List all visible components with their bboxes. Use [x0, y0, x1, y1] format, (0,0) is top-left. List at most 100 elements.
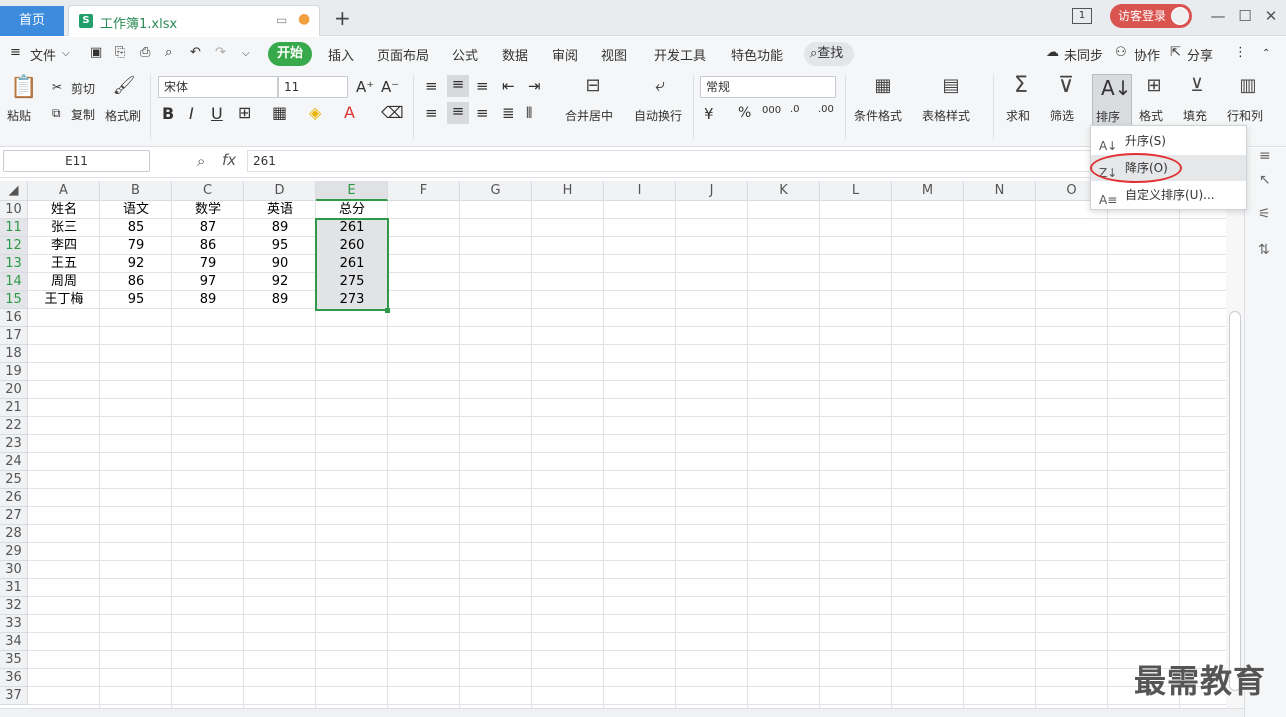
vertical-scrollbar[interactable] [1226, 181, 1244, 708]
sort-button[interactable]: A↓ 排序 [1092, 74, 1132, 126]
align-right-icon[interactable]: ≡ [476, 104, 489, 122]
column-header[interactable]: F [388, 181, 460, 201]
row-header[interactable]: 10 [0, 201, 28, 219]
menu-formula[interactable]: 公式 [452, 45, 478, 64]
increase-font-icon[interactable]: A⁺ [356, 78, 374, 96]
row-header[interactable]: 29 [0, 543, 28, 561]
column-header-selected[interactable]: E [316, 181, 388, 201]
row-header[interactable]: 22 [0, 417, 28, 435]
underline-icon[interactable]: U [211, 104, 223, 123]
filter-icon[interactable]: ⊽ [1053, 73, 1079, 98]
wrap-icon[interactable]: ⤶ [645, 75, 675, 96]
filter-button[interactable]: 筛选 [1050, 107, 1074, 124]
row-header[interactable]: 31 [0, 579, 28, 597]
percent-icon[interactable]: % [738, 105, 751, 121]
print-preview-icon[interactable]: ⌕ [165, 45, 172, 60]
table-cell[interactable]: 95 [100, 291, 172, 309]
column-header[interactable]: J [676, 181, 748, 201]
formula-input[interactable]: 261 [247, 150, 1237, 172]
sync-button[interactable]: 未同步 [1064, 45, 1103, 64]
column-header[interactable]: A [28, 181, 100, 201]
table-cell[interactable]: 90 [244, 255, 316, 273]
align-left-icon[interactable]: ≡ [425, 104, 438, 122]
row-header[interactable]: 12 [0, 237, 28, 255]
row-header[interactable]: 26 [0, 489, 28, 507]
indent-increase-icon[interactable]: ⇥ [528, 77, 541, 95]
row-header[interactable]: 15 [0, 291, 28, 309]
table-cell[interactable]: 89 [172, 291, 244, 309]
row-header[interactable]: 19 [0, 363, 28, 381]
merge-icon[interactable]: ⊟ [578, 75, 608, 96]
panel-menu-icon[interactable]: ≡ [1259, 148, 1271, 164]
row-header[interactable]: 34 [0, 633, 28, 651]
monitor-icon[interactable]: ▭ [276, 13, 287, 27]
header-cell[interactable]: 数学 [172, 201, 244, 219]
decrease-font-icon[interactable]: A⁻ [381, 78, 399, 96]
align-middle-icon[interactable]: ≡ [447, 75, 469, 97]
row-header[interactable]: 30 [0, 561, 28, 579]
collab-button[interactable]: 协作 [1134, 45, 1160, 64]
column-header[interactable]: D [244, 181, 316, 201]
row-header[interactable]: 33 [0, 615, 28, 633]
select-cursor-icon[interactable]: ↖ [1259, 172, 1271, 188]
menu-special[interactable]: 特色功能 [731, 45, 783, 64]
column-header[interactable]: B [100, 181, 172, 201]
table-cell[interactable]: 86 [172, 237, 244, 255]
row-header[interactable]: 37 [0, 687, 28, 705]
format-painter-button[interactable]: 格式刷 [105, 107, 141, 124]
page-count-badge[interactable]: 1 [1072, 8, 1092, 24]
table-cell[interactable]: 89 [244, 291, 316, 309]
horizontal-scrollbar[interactable] [0, 708, 1286, 717]
row-header[interactable]: 14 [0, 273, 28, 291]
row-header[interactable]: 20 [0, 381, 28, 399]
table-cell[interactable]: 王丁梅 [28, 291, 100, 309]
row-header[interactable]: 27 [0, 507, 28, 525]
table-cell[interactable]: 张三 [28, 219, 100, 237]
share-button[interactable]: 分享 [1187, 45, 1213, 64]
header-cell[interactable]: 语文 [100, 201, 172, 219]
increase-decimal-icon[interactable]: .0 [790, 104, 800, 115]
merge-button[interactable]: 合并居中 [565, 107, 613, 124]
column-header[interactable]: K [748, 181, 820, 201]
save-icon[interactable]: ▣ [90, 45, 102, 60]
align-bottom-icon[interactable]: ≡ [476, 77, 489, 95]
conditional-format-button[interactable]: 条件格式 [854, 107, 902, 124]
format-painter-icon[interactable]: 🖌 [112, 75, 136, 96]
thousands-icon[interactable]: 000 [762, 105, 781, 116]
table-cell[interactable]: 79 [100, 237, 172, 255]
scroll-thumb[interactable] [1229, 311, 1241, 691]
column-header[interactable]: L [820, 181, 892, 201]
table-cell[interactable]: 87 [172, 219, 244, 237]
paste-icon[interactable]: 📋 [10, 75, 37, 100]
border-icon[interactable]: ⊞ [238, 103, 251, 122]
name-box[interactable]: E11 [3, 150, 150, 172]
row-header[interactable]: 23 [0, 435, 28, 453]
header-cell[interactable]: 姓名 [28, 201, 100, 219]
fill-icon[interactable]: ⊻ [1184, 75, 1210, 96]
menu-insert[interactable]: 插入 [328, 45, 354, 64]
menu-file[interactable]: 文件 [30, 45, 56, 64]
table-cell[interactable]: 85 [100, 219, 172, 237]
collapse-ribbon-icon[interactable]: ⌃ [1262, 48, 1270, 59]
font-size-select[interactable]: 11 [278, 76, 348, 98]
fill-button[interactable]: 填充 [1183, 107, 1207, 124]
table-cell[interactable]: 89 [244, 219, 316, 237]
sum-button[interactable]: 求和 [1006, 107, 1030, 124]
new-tab-icon[interactable]: + [334, 6, 351, 30]
maximize-icon[interactable]: ☐ [1234, 6, 1256, 28]
tab-document[interactable]: S 工作簿1.xlsx ▭ ● [68, 5, 320, 36]
close-icon[interactable]: ✕ [1260, 6, 1282, 28]
column-header[interactable]: M [892, 181, 964, 201]
currency-icon[interactable]: ¥ [704, 105, 714, 123]
minimize-icon[interactable]: — [1207, 6, 1229, 28]
header-cell[interactable]: 总分 [316, 201, 388, 219]
sort-descending-item[interactable]: Z↓ 降序(O) [1090, 153, 1246, 183]
menu-data[interactable]: 数据 [502, 45, 528, 64]
align-top-icon[interactable]: ≡ [425, 77, 438, 95]
menu-review[interactable]: 审阅 [552, 45, 578, 64]
justify-icon[interactable]: ≣ [502, 104, 515, 122]
settings-slider-icon[interactable]: ⚟ [1258, 206, 1271, 222]
row-header[interactable]: 35 [0, 651, 28, 669]
indent-decrease-icon[interactable]: ⇤ [502, 77, 515, 95]
fill-handle[interactable] [385, 308, 390, 313]
